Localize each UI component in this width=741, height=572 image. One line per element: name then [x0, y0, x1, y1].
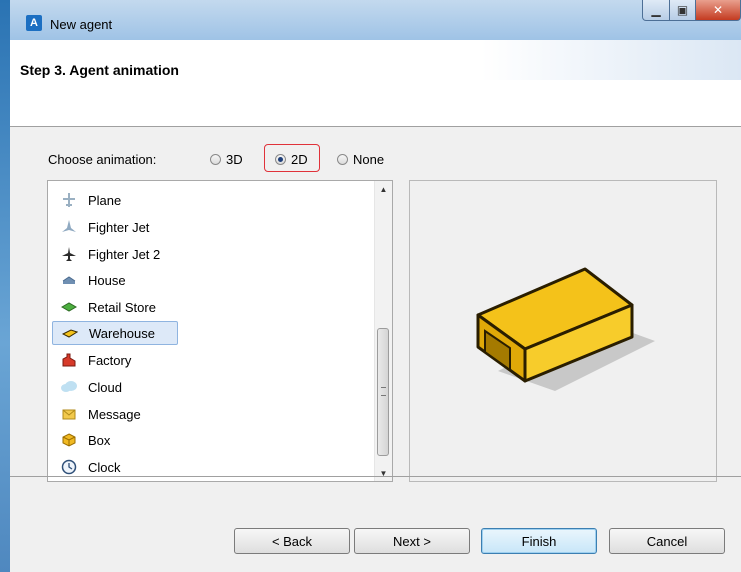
list-item-cloud[interactable]: Cloud [52, 375, 374, 399]
radio-3d-label: 3D [226, 152, 243, 167]
app-logo-icon: A [26, 15, 42, 31]
radio-none[interactable]: None [337, 152, 384, 167]
fighter-jet-2-icon [60, 246, 78, 262]
radio-3d-indicator[interactable] [210, 154, 221, 165]
minimize-icon: ▁ [651, 3, 661, 17]
scroll-up-button[interactable]: ▲ [375, 181, 392, 197]
list-item-label: Factory [88, 352, 132, 368]
box-icon [60, 432, 78, 448]
warehouse-preview-icon [476, 267, 655, 391]
plane-icon [60, 192, 78, 208]
warehouse-icon [61, 325, 79, 341]
cloud-icon [60, 379, 78, 395]
scroll-thumb[interactable] [377, 328, 389, 456]
choose-animation-label: Choose animation: [48, 152, 157, 167]
list-item-message[interactable]: Message [52, 402, 374, 426]
list-item-label: Box [88, 432, 111, 448]
house-icon [60, 272, 78, 288]
list-item-label: House [88, 272, 126, 288]
scroll-down-button[interactable]: ▼ [375, 465, 392, 481]
list-item-label: Clock [88, 459, 121, 475]
window-title: New agent [50, 17, 113, 32]
back-button[interactable]: < Back [234, 528, 350, 554]
list-item-label: Message [88, 406, 141, 422]
clock-icon [60, 459, 78, 475]
minimize-button[interactable]: ▁ [642, 0, 670, 21]
radio-2d[interactable]: 2D [275, 152, 308, 167]
header-gradient [481, 40, 741, 80]
fighter-jet-icon [60, 219, 78, 235]
window-left-edge [0, 0, 10, 572]
close-button[interactable]: ✕ [696, 0, 741, 21]
radio-none-label: None [353, 152, 385, 167]
list-item-plane[interactable]: Plane [52, 188, 374, 212]
list-scrollbar[interactable]: ▲ ▼ [374, 181, 392, 481]
radio-3d[interactable]: 3D [210, 152, 243, 167]
factory-icon [60, 352, 78, 368]
wizard-content: Choose animation: 3D 2D None Plane Fight… [10, 127, 741, 572]
cancel-button[interactable]: Cancel [609, 528, 725, 554]
maximize-icon: ▣ [676, 3, 689, 17]
close-icon: ✕ [712, 3, 724, 17]
list-item-retail-store[interactable]: Retail Store [52, 295, 374, 319]
list-item-house[interactable]: House [52, 268, 374, 292]
list-item-label: Warehouse [89, 325, 155, 341]
retail-store-icon [60, 299, 78, 315]
scroll-up-icon: ▲ [379, 184, 388, 194]
maximize-button[interactable]: ▣ [670, 0, 696, 21]
footer-separator [10, 476, 741, 477]
list-item-label: Fighter Jet 2 [88, 246, 161, 262]
list-item-factory[interactable]: Factory [52, 348, 374, 372]
list-item-fighter-jet-2[interactable]: Fighter Jet 2 [52, 242, 374, 266]
radio-2d-indicator[interactable] [275, 154, 286, 165]
message-icon [60, 406, 78, 422]
wizard-header: Step 3. Agent animation [10, 40, 741, 127]
list-item-label: Plane [88, 192, 122, 208]
next-button[interactable]: Next > [354, 528, 470, 554]
finish-button[interactable]: Finish [481, 528, 597, 554]
list-item-box[interactable]: Box [52, 428, 374, 452]
step-title: Step 3. Agent animation [20, 62, 179, 78]
radio-none-indicator[interactable] [337, 154, 348, 165]
animation-preview [409, 180, 717, 482]
list-item-warehouse[interactable]: Warehouse [52, 321, 178, 345]
scroll-grip-icon [381, 387, 386, 396]
list-item-label: Cloud [88, 379, 122, 395]
list-item-label: Retail Store [88, 299, 156, 315]
animation-list[interactable]: Plane Fighter Jet Fighter Jet 2 House Re… [47, 180, 393, 482]
window-controls: ▁ ▣ ✕ [642, 0, 741, 22]
title-bar[interactable]: A New agent ▁ ▣ ✕ [10, 0, 741, 40]
list-item-fighter-jet[interactable]: Fighter Jet [52, 215, 374, 239]
list-item-label: Fighter Jet [88, 219, 150, 235]
radio-2d-label: 2D [291, 152, 308, 167]
